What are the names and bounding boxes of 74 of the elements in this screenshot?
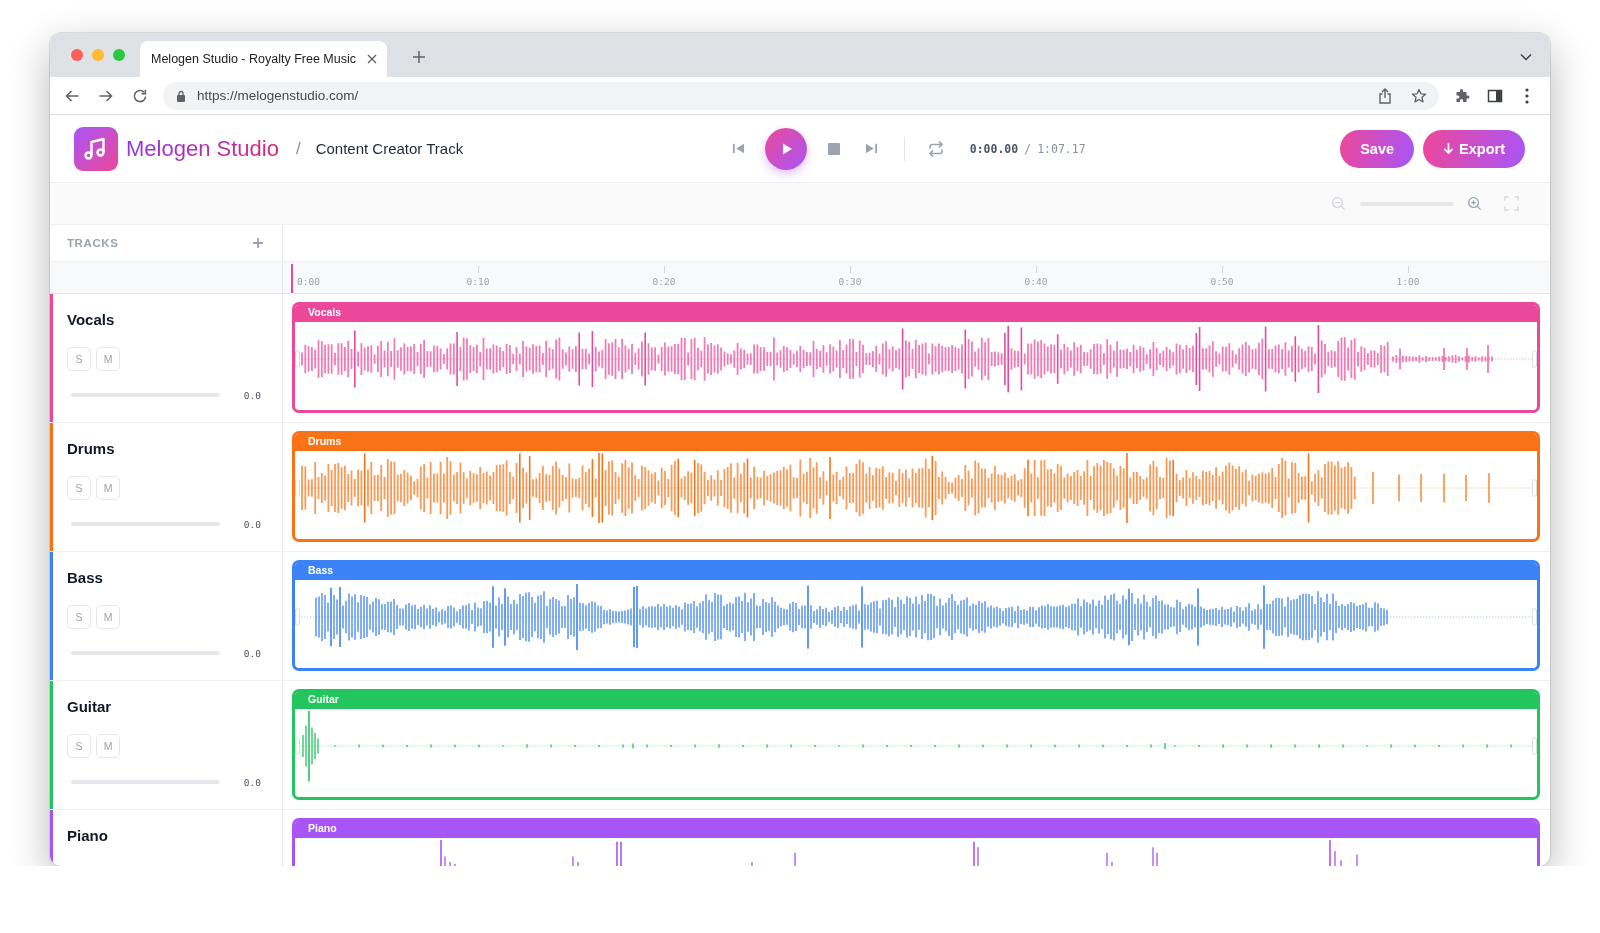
ruler-tick [1036,266,1037,273]
solo-button[interactable]: S [67,605,91,629]
volume-value: 0.0 [243,518,261,530]
time-label: 0:10 [466,276,490,287]
clip-header: Piano [295,821,1537,838]
solo-button[interactable]: S [67,734,91,758]
skip-forward-icon[interactable] [864,142,878,155]
star-icon[interactable] [1411,87,1427,104]
add-track-icon[interactable] [252,237,264,249]
audio-clip[interactable]: Guitar [292,689,1540,800]
reload-icon[interactable] [132,87,148,104]
audio-clip[interactable]: Drums [292,431,1540,542]
total-duration: 1:07.17 [1037,141,1086,156]
sidebar-icon[interactable] [1487,87,1503,104]
mute-button[interactable]: M [96,347,120,371]
ruler-tick [478,266,479,273]
volume-value: 0.0 [243,389,261,401]
project-title: Content Creator Track [315,140,464,157]
track-name: Bass [67,569,103,587]
music-note-icon[interactable] [74,126,118,171]
share-icon[interactable] [1377,87,1393,104]
zoom-in-icon[interactable] [1467,196,1482,211]
time-label: 0:00 [297,276,320,287]
chevron-down-icon[interactable] [1520,53,1532,61]
clip-header: Guitar [295,692,1537,709]
ruler-tick [1222,266,1223,273]
mute-button[interactable]: M [96,605,120,629]
time-label: 1:00 [1396,276,1420,287]
skip-back-icon[interactable] [731,142,745,155]
more-icon[interactable] [1525,87,1529,104]
puzzle-icon[interactable] [1454,87,1470,104]
time-label: 0:50 [1210,276,1234,287]
section-title: TRACKS [67,237,119,249]
solo-button[interactable]: S [67,347,91,371]
playhead-marker[interactable] [291,264,293,293]
breadcrumb-separator: / [295,138,301,159]
solo-button[interactable]: S [67,476,91,500]
track-name: Drums [67,440,115,458]
track-name: Guitar [67,698,112,716]
ruler-tick [664,266,665,273]
audio-clip[interactable]: Vocals [292,302,1540,413]
audio-clip[interactable]: Piano [292,818,1540,866]
browser-tab[interactable]: Melogen Studio - Royalty Free Music [140,41,387,77]
mute-button[interactable]: M [96,734,120,758]
play-button[interactable] [764,127,807,170]
ruler-tick [850,266,851,273]
export-button[interactable]: Export [1423,129,1525,168]
time-separator: / [1024,141,1032,156]
time-label: 0:40 [1024,276,1048,287]
window-close-icon[interactable] [71,49,83,61]
save-button[interactable]: Save [1340,129,1415,168]
mute-button[interactable]: M [96,476,120,500]
address-bar[interactable]: https://melogenstudio.com/ [163,81,1439,110]
window-minimize-icon[interactable] [92,49,104,61]
track-name: Vocals [67,311,115,329]
play-icon [781,142,792,155]
time-label: 0:30 [838,276,862,287]
lock-icon [176,89,186,102]
stop-icon[interactable] [827,142,840,155]
time-label: 0:20 [652,276,676,287]
clip-header: Drums [295,434,1537,451]
window-maximize-icon[interactable] [113,49,125,61]
volume-value: 0.0 [243,776,261,788]
track-name: Piano [67,827,108,845]
clip-header: Bass [295,563,1537,580]
new-tab-icon[interactable] [412,50,426,64]
ruler-tick [1408,266,1409,273]
clip-header: Vocals [295,305,1537,322]
volume-value: 0.0 [243,647,261,659]
arrow-down-icon [1443,142,1455,155]
close-icon[interactable] [367,54,377,64]
loop-icon[interactable] [926,139,945,158]
audio-clip[interactable]: Bass [292,560,1540,671]
current-time: 0:00.00 [969,141,1019,156]
